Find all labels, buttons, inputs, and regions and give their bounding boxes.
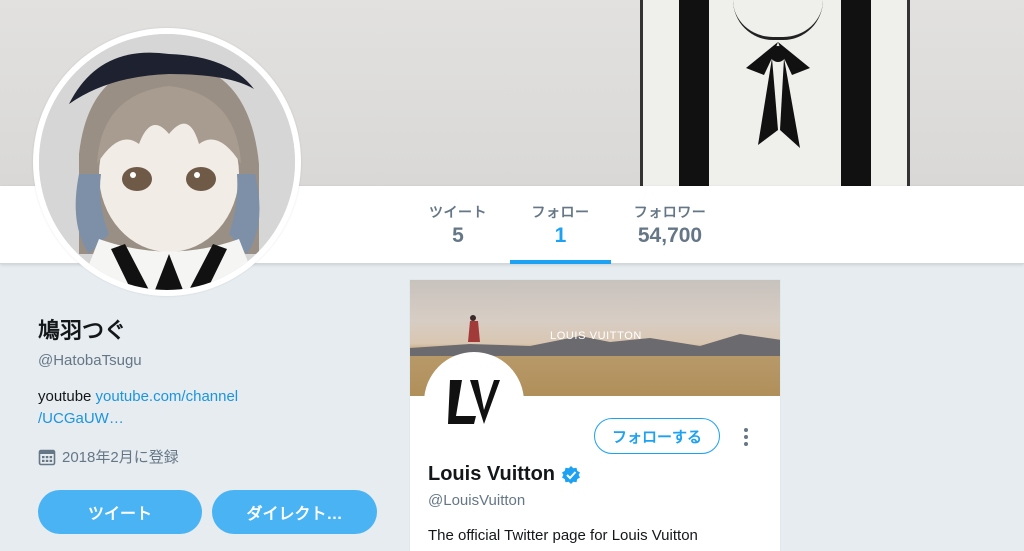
card-name-text: Louis Vuitton — [428, 463, 556, 485]
suspender-left — [679, 0, 709, 186]
card-bio: The official Twitter page for Louis Vuit… — [428, 527, 698, 544]
stat-following[interactable]: フォロー 1 — [510, 186, 611, 264]
profile-actions: ツイート ダイレクト… — [38, 490, 383, 534]
profile-screen-name[interactable]: @HatobaTsugu — [38, 352, 383, 369]
suspender-right — [841, 0, 871, 186]
card-screen-name[interactable]: @LouisVuitton — [428, 492, 525, 509]
stat-followers-count: 54,700 — [637, 224, 703, 247]
bio-link-line1: youtube.com/channel — [95, 388, 239, 405]
account-card[interactable]: LOUIS VUITTON フォローする Louis Vuitton @Loui… — [409, 279, 781, 551]
verified-badge-icon — [562, 465, 581, 484]
ribbon-bow — [746, 42, 810, 148]
stat-followers-label: フォロワー — [633, 204, 707, 220]
joined-text: 2018年2月に登録 — [62, 449, 179, 466]
profile-name[interactable]: 鳩羽つぐ — [38, 313, 383, 345]
card-name[interactable]: Louis Vuitton — [428, 463, 581, 486]
bio-link-line2: /UCGaUW… — [38, 410, 124, 427]
banner-figure — [468, 315, 480, 342]
direct-message-button[interactable]: ダイレクト… — [212, 490, 377, 534]
profile-avatar[interactable] — [33, 28, 301, 296]
stat-tweets[interactable]: ツイート 5 — [420, 186, 496, 264]
stat-followers[interactable]: フォロワー 54,700 — [625, 186, 715, 264]
profile-card: 鳩羽つぐ @HatobaTsugu youtube youtube.com/ch… — [38, 300, 383, 534]
avatar-image — [39, 34, 295, 290]
lv-logo-icon — [448, 380, 500, 424]
card-avatar[interactable] — [424, 352, 524, 452]
tweet-to-button[interactable]: ツイート — [38, 490, 202, 534]
profile-bio: youtube youtube.com/channel/UCGaUW… — [38, 386, 288, 430]
bio-text: youtube — [38, 388, 96, 405]
stat-following-label: フォロー — [531, 204, 590, 220]
header-figure — [640, 0, 910, 186]
stat-following-count: 1 — [554, 224, 567, 247]
joined-date: 2018年2月に登録 — [38, 446, 383, 467]
calendar-icon — [38, 449, 56, 465]
banner-brand-text: LOUIS VUITTON — [550, 330, 642, 342]
more-options-icon[interactable] — [738, 426, 754, 448]
avatar-illustration — [39, 34, 295, 290]
follow-button[interactable]: フォローする — [594, 418, 720, 454]
stat-tweets-label: ツイート — [429, 204, 487, 220]
stat-tweets-count: 5 — [452, 224, 464, 247]
